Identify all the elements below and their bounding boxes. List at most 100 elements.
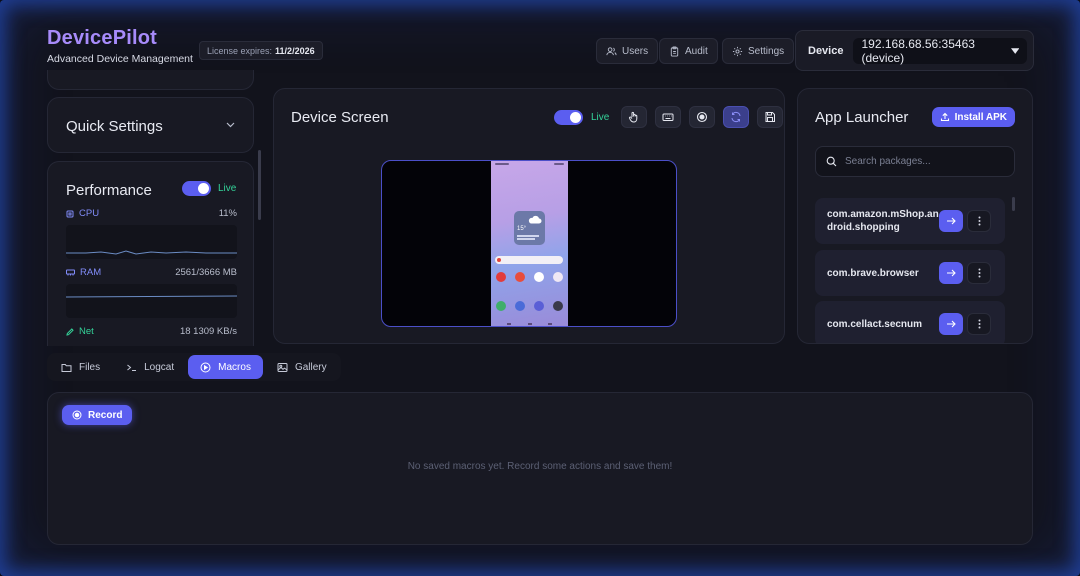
phone-search-bar[interactable] bbox=[495, 256, 563, 264]
install-apk-label: Install APK bbox=[954, 111, 1007, 123]
play-circle-icon bbox=[200, 362, 211, 372]
camera-app-icon[interactable] bbox=[553, 301, 563, 311]
messages-app-icon[interactable] bbox=[515, 301, 525, 311]
cpu-sparkline bbox=[66, 225, 237, 259]
launch-package-button[interactable] bbox=[939, 262, 963, 284]
package-more-button[interactable] bbox=[967, 313, 991, 335]
more-vertical-icon bbox=[978, 216, 980, 226]
audit-label: Audit bbox=[685, 45, 708, 57]
launch-package-button[interactable] bbox=[939, 210, 963, 232]
browser-app-icon[interactable] bbox=[534, 301, 544, 311]
pencil-icon bbox=[66, 327, 74, 336]
package-more-button[interactable] bbox=[967, 210, 991, 232]
phone-app-icon[interactable] bbox=[496, 301, 506, 311]
tab-gallery-label: Gallery bbox=[294, 361, 327, 373]
screen-live-label: Live bbox=[591, 111, 610, 123]
screen-live-toggle[interactable] bbox=[554, 109, 583, 125]
more-vertical-icon bbox=[978, 268, 980, 278]
net-value: 18 1309 KB/s bbox=[179, 326, 237, 337]
keyboard-icon bbox=[662, 113, 674, 121]
audit-button[interactable]: Audit bbox=[659, 38, 718, 64]
app-icon[interactable] bbox=[534, 272, 544, 282]
device-selector: Device 192.168.68.56:35463 (device) bbox=[795, 30, 1034, 71]
record-macro-button[interactable]: Record bbox=[62, 405, 133, 425]
package-list-scrollbar[interactable] bbox=[1012, 197, 1015, 211]
gear-icon bbox=[732, 46, 743, 56]
users-label: Users bbox=[622, 45, 649, 57]
clipboard-icon bbox=[670, 45, 679, 57]
chevron-down-icon[interactable] bbox=[226, 122, 235, 128]
ram-sparkline bbox=[65, 284, 238, 318]
macros-empty-message: No saved macros yet. Record some actions… bbox=[407, 461, 673, 472]
net-metric: Net 18 1309 KB/s bbox=[66, 326, 237, 337]
image-icon bbox=[277, 362, 288, 372]
record-macro-label: Record bbox=[88, 409, 123, 421]
phone-screen[interactable]: 15° bbox=[491, 161, 568, 326]
install-apk-button[interactable]: Install APK bbox=[931, 107, 1015, 127]
tab-gallery[interactable]: Gallery bbox=[265, 355, 339, 379]
launch-package-button[interactable] bbox=[939, 313, 963, 335]
save-icon bbox=[765, 112, 776, 122]
weather-temp: 15° bbox=[517, 226, 527, 232]
users-icon bbox=[606, 46, 617, 55]
app-icon[interactable] bbox=[553, 272, 563, 282]
touch-mode-button[interactable] bbox=[621, 106, 648, 128]
tab-files[interactable]: Files bbox=[49, 355, 112, 379]
folder-icon bbox=[61, 363, 72, 372]
settings-label: Settings bbox=[748, 45, 785, 57]
package-name: com.amazon.mShop.android.shopping bbox=[827, 209, 939, 233]
device-screen-viewport[interactable]: 15° bbox=[381, 160, 677, 327]
cpu-graph bbox=[66, 250, 237, 255]
quick-settings-panel[interactable]: Quick Settings bbox=[47, 97, 254, 153]
sidebar-scrollbar[interactable] bbox=[258, 150, 261, 220]
memory-icon bbox=[66, 269, 75, 276]
record-screen-button[interactable] bbox=[689, 106, 716, 128]
search-icon bbox=[826, 156, 837, 167]
app-row-1 bbox=[496, 272, 563, 282]
device-value: 192.168.68.56:35463 (device) bbox=[861, 36, 975, 65]
keyboard-button[interactable] bbox=[655, 106, 682, 128]
terminal-icon bbox=[127, 364, 137, 371]
arrow-right-icon bbox=[947, 217, 956, 225]
refresh-button[interactable] bbox=[723, 106, 750, 128]
macros-panel: Record No saved macros yet. Record some … bbox=[47, 392, 1033, 545]
upload-icon bbox=[940, 112, 949, 122]
tab-macros-label: Macros bbox=[218, 361, 251, 373]
performance-live-toggle[interactable] bbox=[182, 181, 211, 196]
tab-logcat[interactable]: Logcat bbox=[114, 355, 186, 379]
license-label: License expires: bbox=[207, 45, 273, 56]
device-label: Device bbox=[808, 44, 844, 57]
brand-title: DevicePilot bbox=[47, 27, 158, 49]
package-search-field[interactable] bbox=[815, 146, 1015, 177]
cloud-icon bbox=[528, 215, 542, 224]
users-button[interactable]: Users bbox=[596, 38, 659, 64]
cpu-label: CPU bbox=[79, 208, 100, 219]
package-search-input[interactable] bbox=[845, 156, 1005, 167]
settings-button[interactable]: Settings bbox=[722, 38, 795, 64]
app-icon[interactable] bbox=[515, 272, 525, 282]
sidebar-panel-stub bbox=[47, 70, 254, 90]
bottom-tabs: Files Logcat Macros Gallery bbox=[47, 353, 341, 381]
package-name: com.brave.browser bbox=[827, 267, 919, 279]
app-icon[interactable] bbox=[496, 272, 506, 282]
save-screenshot-button[interactable] bbox=[757, 106, 784, 128]
more-vertical-icon bbox=[978, 319, 980, 329]
package-name: com.cellact.secnum bbox=[827, 318, 923, 330]
package-more-button[interactable] bbox=[967, 262, 991, 284]
device-screen-panel: Device Screen Live 15° bbox=[273, 88, 785, 344]
tab-files-label: Files bbox=[79, 361, 101, 373]
app-dock bbox=[496, 301, 563, 311]
app-launcher-title: App Launcher bbox=[815, 109, 909, 126]
caret-down-icon bbox=[1011, 47, 1020, 54]
arrow-right-icon bbox=[947, 269, 956, 277]
cpu-value: 11% bbox=[218, 208, 237, 219]
weather-widget[interactable]: 15° bbox=[514, 211, 545, 245]
performance-title: Performance bbox=[66, 182, 152, 199]
quick-settings-title: Quick Settings bbox=[66, 118, 163, 135]
tab-macros[interactable]: Macros bbox=[188, 355, 263, 379]
refresh-icon bbox=[731, 111, 741, 123]
arrow-right-icon bbox=[947, 320, 956, 328]
hand-pointer-icon bbox=[629, 111, 638, 123]
device-dropdown[interactable]: 192.168.68.56:35463 (device) bbox=[853, 36, 1028, 65]
ram-metric: RAM 2561/3666 MB bbox=[65, 267, 238, 318]
